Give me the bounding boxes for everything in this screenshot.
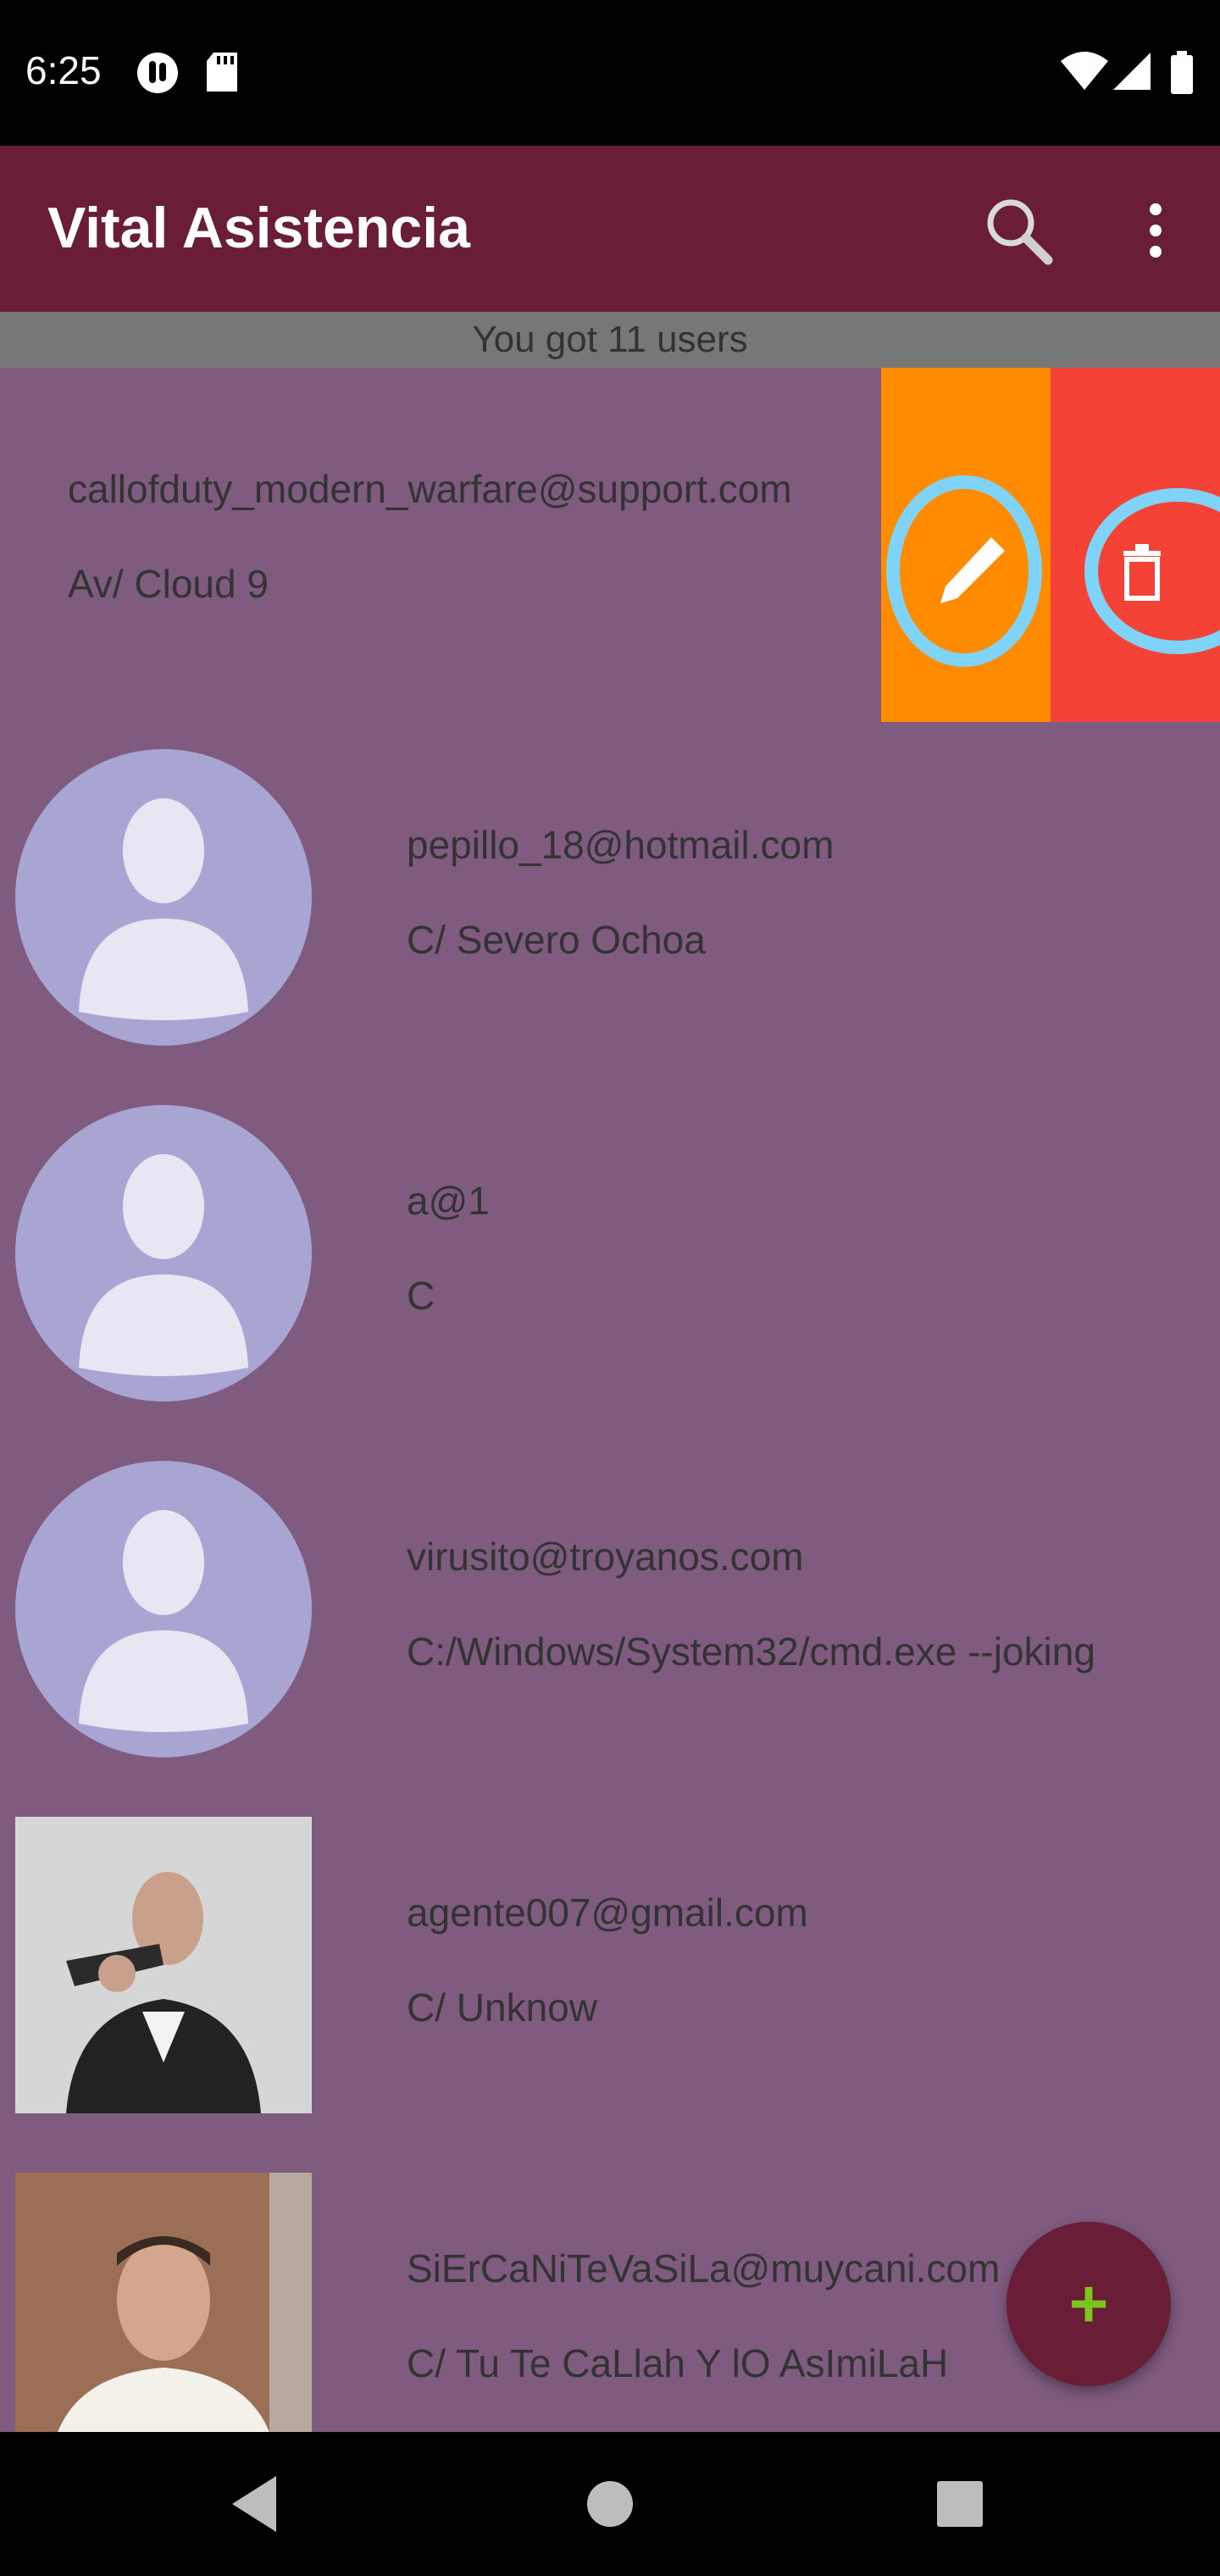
user-address: C/ Unknow	[407, 1985, 597, 2029]
back-icon[interactable]	[217, 2466, 293, 2542]
more-options-icon	[1150, 203, 1162, 258]
list-item[interactable]: agente007@gmail.com C/ Unknow	[0, 1791, 1220, 2147]
default-avatar-icon	[15, 1461, 312, 1757]
user-photo-avatar	[15, 1817, 312, 2113]
sd-card-icon	[207, 53, 237, 92]
user-address: C:/Windows/System32/cmd.exe --joking	[407, 1629, 1095, 1674]
user-photo-avatar	[15, 2173, 312, 2432]
app-title: Vital Asistencia	[47, 196, 470, 260]
list-item[interactable]: virusito@troyanos.com C:/Windows/System3…	[0, 1435, 1220, 1791]
user-email: a@1	[407, 1179, 490, 1223]
list-item[interactable]: a@1 C	[0, 1080, 1220, 1435]
default-avatar-icon	[15, 749, 312, 1046]
user-email: virusito@troyanos.com	[407, 1535, 804, 1579]
user-address: C/ Tu Te CaLlah Y lO AsImiLaH	[407, 2341, 949, 2385]
more-options-button[interactable]	[1113, 188, 1198, 273]
home-icon[interactable]	[572, 2466, 648, 2542]
user-email: agente007@gmail.com	[407, 1890, 808, 1935]
user-email: SiErCaNiTeVaSiLa@muycani.com	[407, 2246, 1001, 2290]
list-item[interactable]: callofduty_modern_warfare@support.com Av…	[0, 368, 1220, 724]
signal-icon	[1113, 53, 1151, 90]
user-email: callofduty_modern_warfare@support.com	[68, 467, 792, 511]
edit-action-button[interactable]	[881, 368, 1051, 722]
wifi-icon	[1061, 52, 1108, 90]
user-address: C	[407, 1274, 435, 1318]
search-button[interactable]	[976, 188, 1061, 273]
user-address: Av/ Cloud 9	[68, 562, 269, 606]
search-icon	[987, 199, 1053, 265]
app-bar: Vital Asistencia	[0, 146, 1220, 312]
pencil-icon	[886, 475, 1042, 667]
delete-action-button[interactable]	[1051, 368, 1220, 722]
default-avatar-icon	[15, 1105, 312, 1402]
navigation-bar	[0, 2432, 1220, 2576]
notification-app-icon	[137, 53, 178, 93]
add-user-button[interactable]: +	[1006, 2222, 1171, 2386]
status-time: 6:25	[25, 48, 102, 92]
list-item[interactable]: pepillo_18@hotmail.com C/ Severo Ochoa	[0, 724, 1220, 1080]
trash-icon	[1084, 488, 1220, 654]
recents-icon[interactable]	[922, 2466, 998, 2542]
battery-icon	[1171, 51, 1193, 94]
status-bar: 6:25	[0, 0, 1220, 146]
user-email: pepillo_18@hotmail.com	[407, 823, 835, 867]
user-count-bar: You got 11 users	[0, 312, 1220, 368]
plus-icon: +	[1068, 2266, 1109, 2341]
user-address: C/ Severo Ochoa	[407, 918, 706, 962]
user-count-text: You got 11 users	[472, 319, 748, 360]
